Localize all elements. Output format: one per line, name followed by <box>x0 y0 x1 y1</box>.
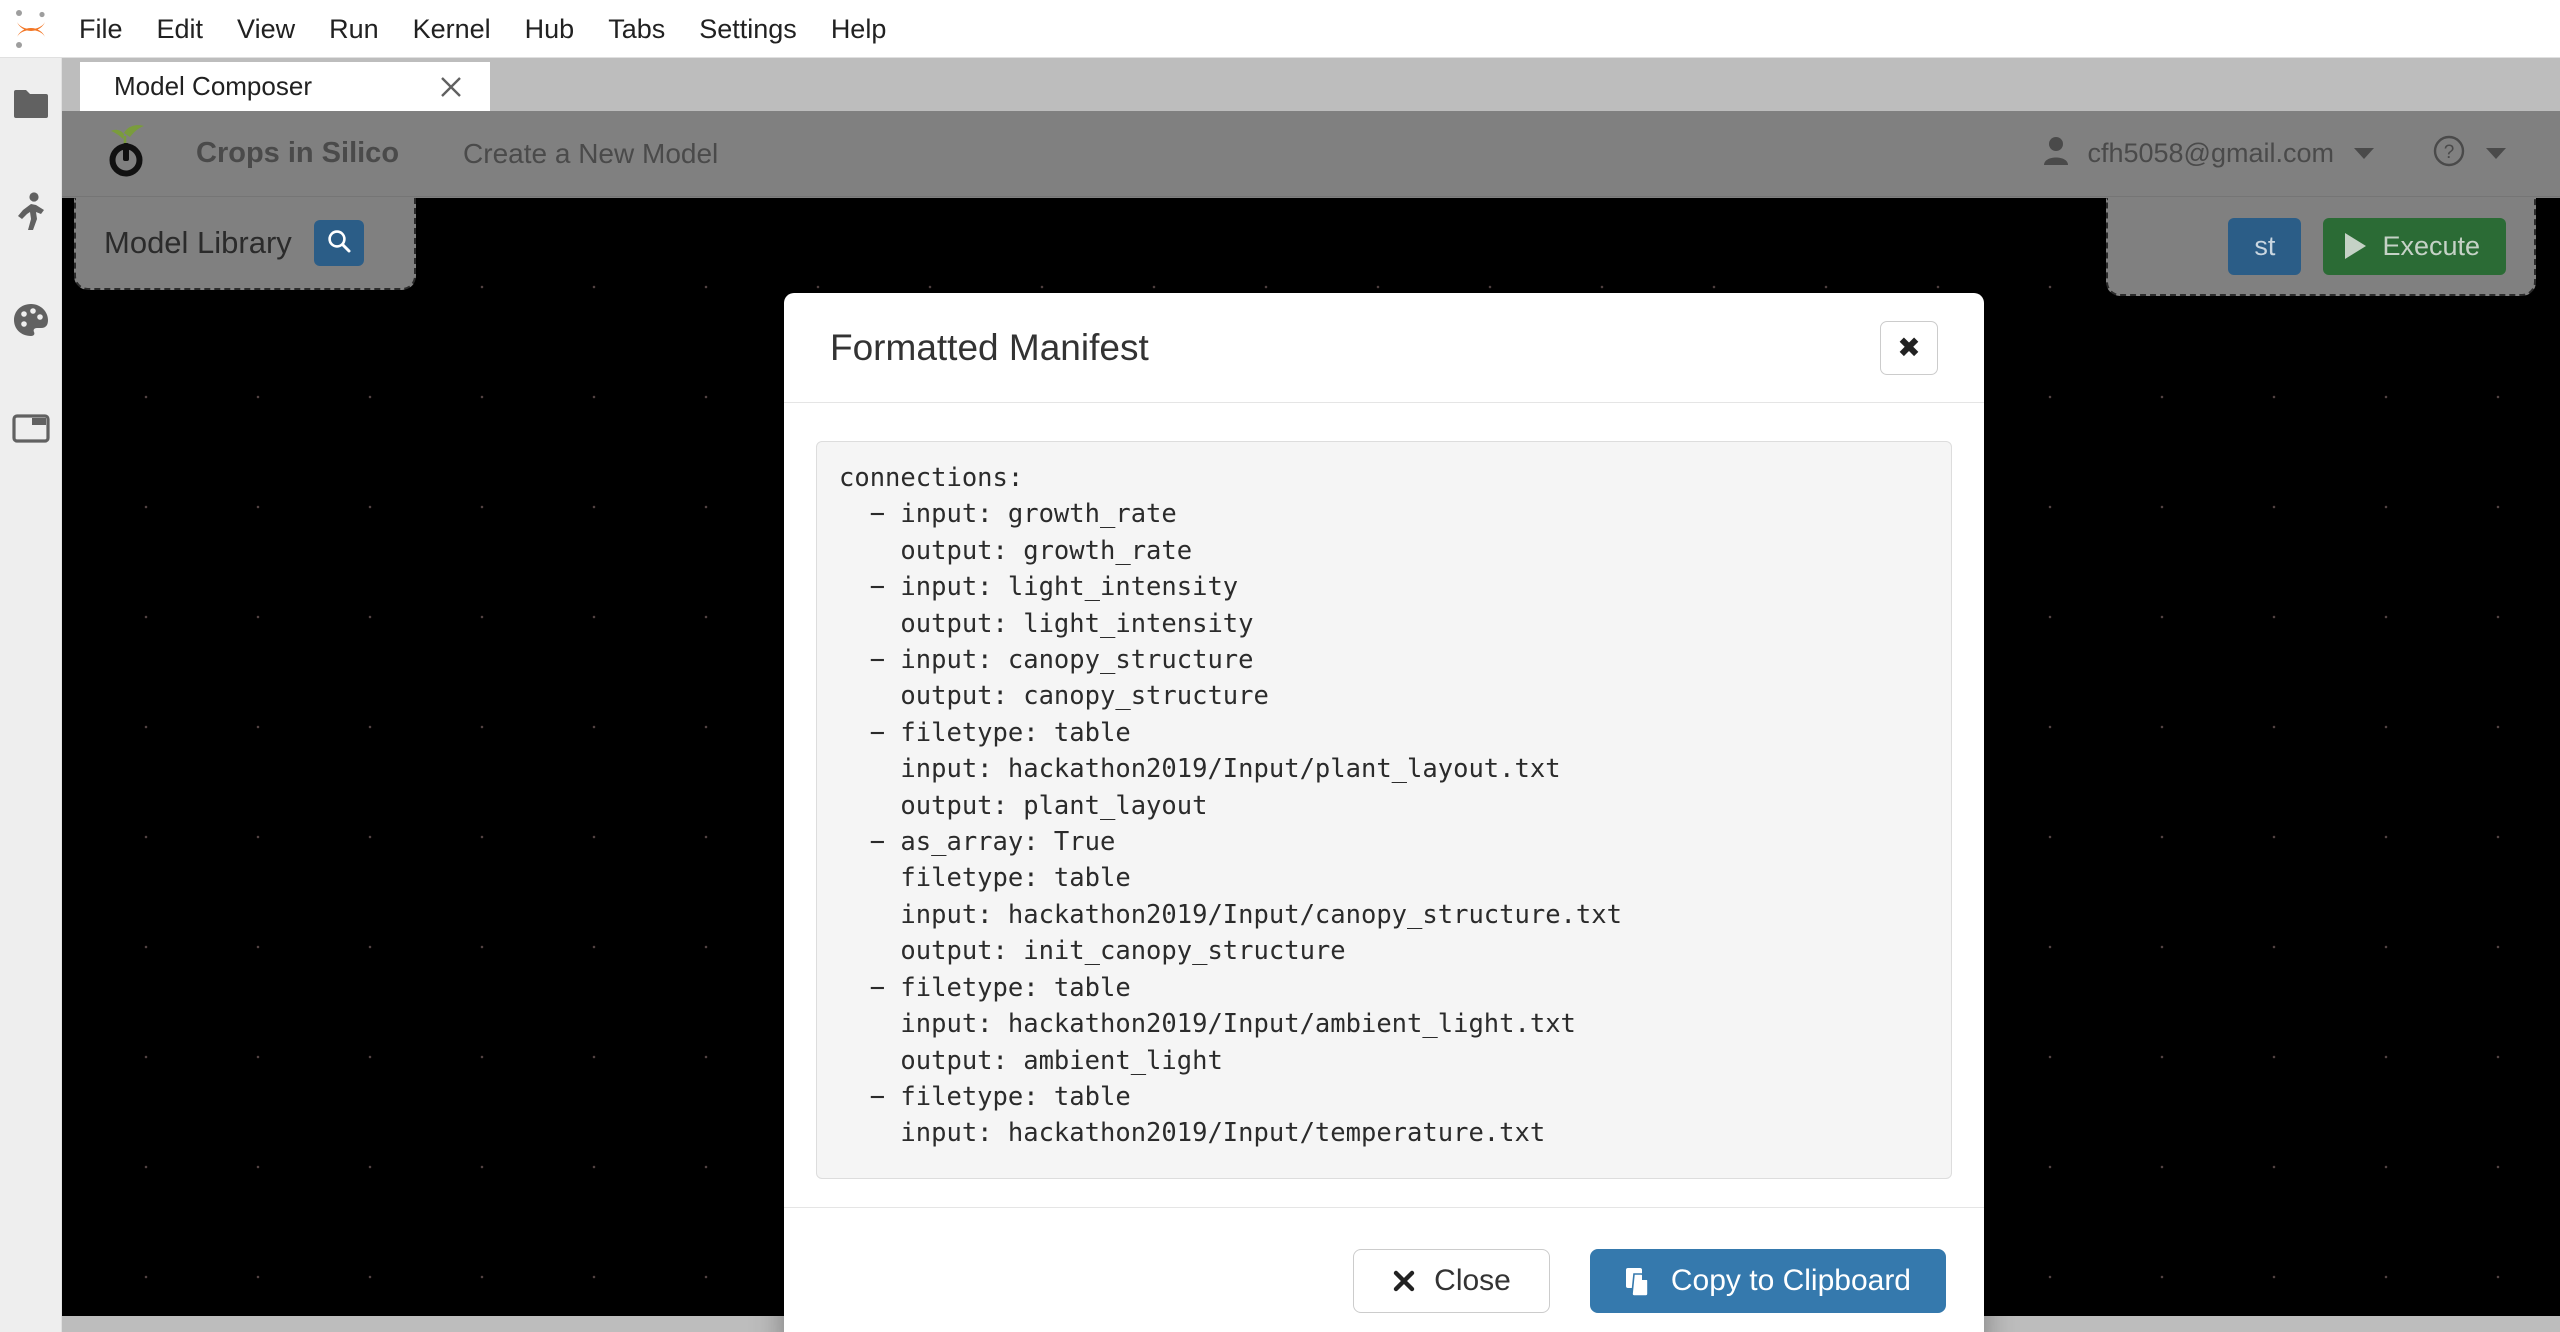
copy-button-label: Copy to Clipboard <box>1670 1263 1911 1297</box>
chevron-down-icon <box>2354 148 2374 159</box>
svg-text:?: ? <box>2444 142 2455 163</box>
palette-icon[interactable] <box>0 288 62 352</box>
search-icon <box>326 228 352 259</box>
manifest-text: connections: − input: growth_rate output… <box>839 463 1622 1149</box>
close-icon[interactable]: ✖ <box>1880 320 1938 375</box>
question-circle-icon: ? <box>2432 134 2466 173</box>
brand-text: Crops in Silico <box>196 137 400 169</box>
search-button[interactable] <box>313 220 364 266</box>
dialog-footer: Close Copy to Clipboard <box>784 1207 1984 1332</box>
formatted-manifest-dialog: Formatted Manifest ✖ connections: − inpu… <box>784 293 1984 1332</box>
crops-in-silico-app: Crops in Silico Create a New Model cfh50… <box>62 111 2560 1332</box>
menu-settings[interactable]: Settings <box>682 0 814 58</box>
dialog-header: Formatted Manifest ✖ <box>784 293 1984 403</box>
dialog-title: Formatted Manifest <box>830 326 1149 368</box>
user-menu[interactable]: cfh5058@gmail.com <box>2043 136 2374 171</box>
menu-help[interactable]: Help <box>814 0 904 58</box>
manifest-scroll-box[interactable]: connections: − input: growth_rate output… <box>816 441 1952 1179</box>
play-icon <box>2345 233 2367 259</box>
menu-run[interactable]: Run <box>312 0 396 58</box>
document-tabbar: Model Composer <box>62 58 2560 111</box>
model-library-title: Model Library <box>104 225 292 260</box>
header-right-group: cfh5058@gmail.com ? <box>2043 134 2506 173</box>
close-button[interactable]: Close <box>1353 1248 1550 1313</box>
jupyter-menubar: File Edit View Run Kernel Hub Tabs Setti… <box>0 0 2560 58</box>
tab-label: Model Composer <box>114 71 312 101</box>
menu-edit[interactable]: Edit <box>140 0 221 58</box>
menu-view[interactable]: View <box>220 0 312 58</box>
menu-hub[interactable]: Hub <box>508 0 592 58</box>
menu-kernel[interactable]: Kernel <box>396 0 508 58</box>
copy-to-clipboard-button[interactable]: Copy to Clipboard <box>1589 1248 1946 1313</box>
manifest-button[interactable]: st <box>2228 217 2302 275</box>
clipboard-copy-icon <box>1625 1266 1653 1296</box>
x-icon <box>1392 1269 1416 1293</box>
tab-model-composer[interactable]: Model Composer <box>80 62 490 111</box>
tabs-icon[interactable] <box>0 396 62 460</box>
user-email-label: cfh5058@gmail.com <box>2087 138 2334 168</box>
activity-sidebar <box>0 58 62 1332</box>
jupyter-logo-icon <box>0 0 62 58</box>
canvas-toolbar-panel: st Execute <box>2106 198 2536 296</box>
power-sprout-icon <box>104 123 156 184</box>
execute-button[interactable]: Execute <box>2323 217 2506 275</box>
folder-icon[interactable] <box>0 72 62 136</box>
execute-label: Execute <box>2382 230 2480 261</box>
menu-tabs[interactable]: Tabs <box>591 0 682 58</box>
help-menu[interactable]: ? <box>2432 134 2506 173</box>
close-icon[interactable] <box>434 70 468 104</box>
document-area: Model Composer Crops in Silico Create a … <box>62 58 2560 1332</box>
app-header: Crops in Silico Create a New Model cfh50… <box>62 111 2560 197</box>
dialog-body: connections: − input: growth_rate output… <box>784 403 1984 1207</box>
model-library-panel: Model Library <box>74 198 416 290</box>
nav-create-new-model[interactable]: Create a New Model <box>463 138 718 170</box>
brand-logo[interactable]: Crops in Silico <box>104 123 399 184</box>
chevron-down-icon <box>2486 148 2506 159</box>
close-button-label: Close <box>1434 1263 1511 1297</box>
menu-file[interactable]: File <box>62 0 140 58</box>
person-icon <box>2043 136 2069 171</box>
running-person-icon[interactable] <box>0 180 62 244</box>
